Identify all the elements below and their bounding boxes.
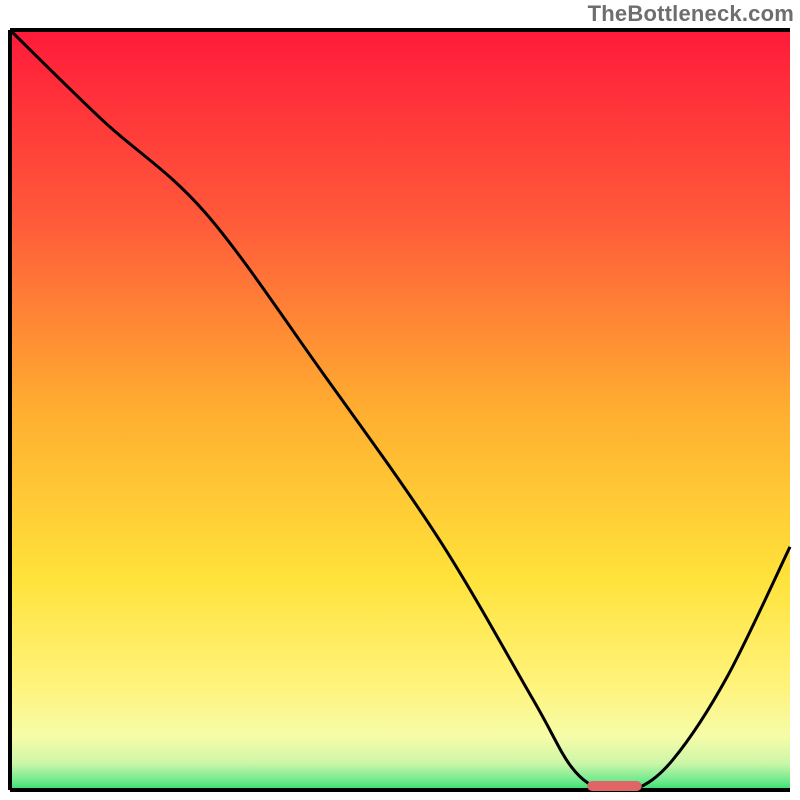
gradient-background xyxy=(10,30,790,790)
chart-stage: TheBottleneck.com xyxy=(0,0,800,800)
optimum-marker xyxy=(587,781,642,791)
plot-area xyxy=(8,28,792,792)
chart-svg xyxy=(8,28,792,792)
watermark-text: TheBottleneck.com xyxy=(588,1,794,27)
